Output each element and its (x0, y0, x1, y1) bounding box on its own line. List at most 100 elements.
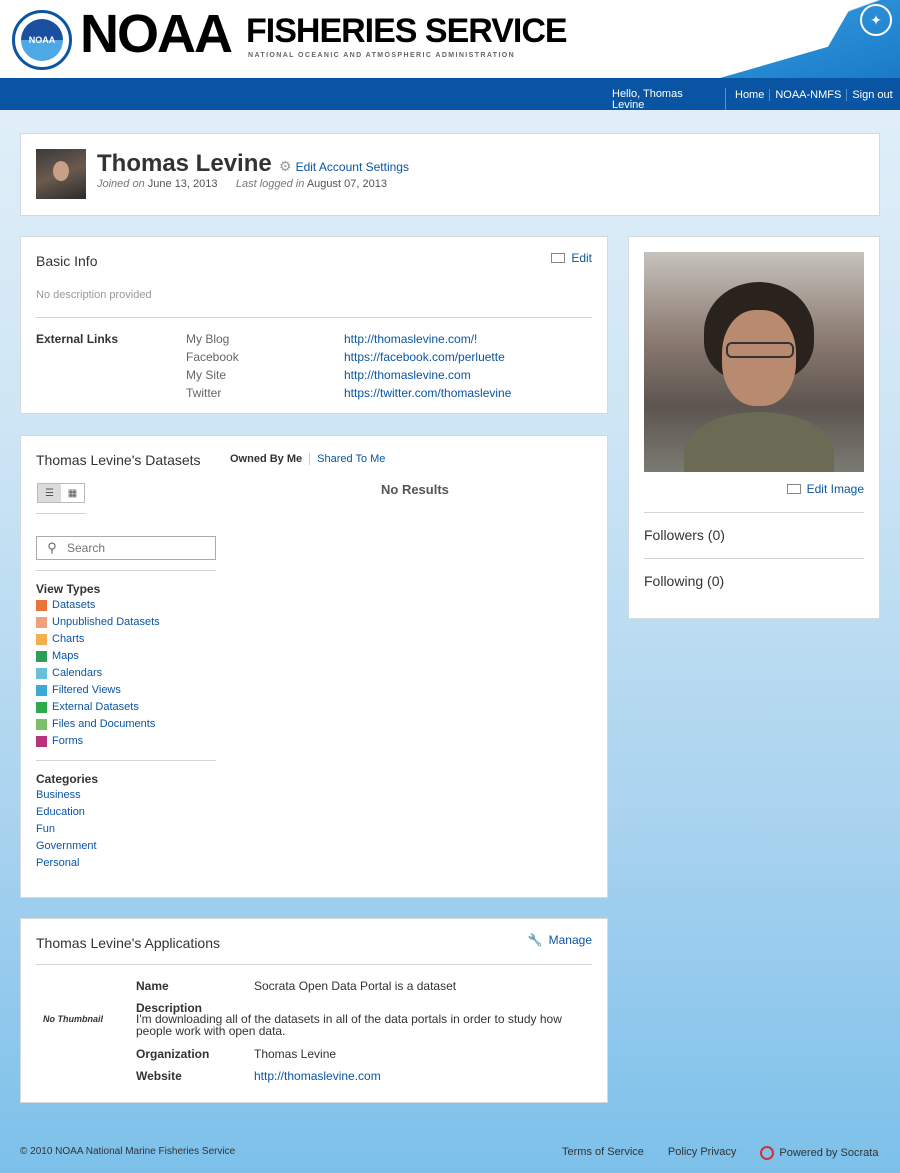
terms-of-service-link[interactable]: Terms of Service (562, 1146, 644, 1160)
nav-sign-out-link[interactable]: Sign out (846, 89, 897, 101)
divider (644, 558, 864, 559)
edit-card-icon (551, 253, 566, 263)
view-type-datasets[interactable]: Datasets (36, 599, 95, 611)
view-type-label: Unpublished Datasets (52, 616, 160, 628)
view-type-calendars[interactable]: Calendars (36, 667, 102, 679)
basic-info-edit-button[interactable]: Edit (551, 251, 592, 265)
profile-header: Thomas Levine ⚙ Edit Account Settings Jo… (20, 133, 880, 216)
avatar (36, 149, 86, 199)
brand-fisheries-service: FISHERIES SERVICE (246, 12, 568, 50)
tab-shared-to-me[interactable]: Shared To Me (309, 453, 392, 465)
app-description-value: I'm downloading all of the datasets in a… (136, 1012, 562, 1038)
category-education[interactable]: Education (36, 806, 85, 818)
external-link-url[interactable]: http://thomaslevine.com (344, 368, 471, 382)
nav-noaa-nmfs-link[interactable]: NOAA-NMFS (769, 89, 846, 101)
tab-owned-by-me[interactable]: Owned By Me (230, 453, 309, 465)
following-count[interactable]: Following (0) (644, 573, 724, 589)
joined-label: Joined on (97, 178, 145, 190)
divider (644, 512, 864, 513)
profile-photo (644, 252, 864, 472)
view-type-charts[interactable]: Charts (36, 633, 84, 645)
profile-sidebar: Edit Image Followers (0) Following (0) (628, 236, 880, 619)
description-text: No description provided (36, 289, 152, 301)
powered-by-socrata-link[interactable]: Powered by Socrata (760, 1146, 878, 1160)
divider (36, 513, 86, 514)
datasets-panel: Thomas Levine's Datasets Owned By Me Sha… (20, 435, 608, 898)
view-type-label: Charts (52, 633, 85, 645)
category-business[interactable]: Business (36, 789, 81, 801)
noaa-logo-text: NOAA (21, 19, 63, 61)
app-name-value: Socrata Open Data Portal is a dataset (254, 979, 457, 993)
app-organization-label: Organization (136, 1047, 210, 1061)
external-link-row: My Site http://thomaslevine.com (186, 368, 471, 382)
divider (36, 570, 216, 571)
edit-image-button[interactable]: Edit Image (786, 482, 864, 496)
view-type-maps[interactable]: Maps (36, 650, 79, 662)
view-type-label: Forms (52, 735, 84, 747)
category-fun[interactable]: Fun (36, 823, 55, 835)
basic-info-panel: Basic Info Edit No description provided … (20, 236, 608, 414)
footer-copyright: © 2010 NOAA National Marine Fisheries Se… (20, 1146, 236, 1157)
detail-view-icon[interactable]: ▦ (61, 484, 84, 502)
search-input[interactable] (67, 541, 207, 555)
top-navbar: Hello, Thomas Levine Home NOAA-NMFS Sign… (0, 78, 900, 111)
view-type-filtered-views[interactable]: Filtered Views (36, 684, 121, 696)
view-type-label: Calendars (52, 667, 103, 679)
noaa-logo[interactable]: NOAA (12, 10, 72, 70)
dataset-search: ⚲ (36, 536, 216, 560)
edit-account-settings-link[interactable]: ⚙ Edit Account Settings (279, 158, 409, 175)
view-type-label: Filtered Views (52, 684, 121, 696)
external-link-url[interactable]: https://facebook.com/perluette (344, 350, 505, 364)
view-type-files[interactable]: Files and Documents (36, 718, 155, 730)
divider (36, 317, 592, 318)
external-link-url[interactable]: https://twitter.com/thomaslevine (344, 386, 511, 400)
applications-panel: Thomas Levine's Applications 🔧 Manage No… (20, 918, 608, 1103)
powered-label: Powered by Socrata (779, 1147, 879, 1159)
view-type-unpublished[interactable]: Unpublished Datasets (36, 616, 160, 628)
nav-home-link[interactable]: Home (730, 89, 769, 101)
draft-icon (36, 616, 47, 628)
filter-icon (36, 684, 47, 696)
user-greeting: Hello, Thomas Levine (612, 88, 683, 111)
site-header: NOAA NOAA FISHERIES SERVICE NATIONAL OCE… (0, 0, 900, 78)
external-links-label: External Links (36, 332, 119, 346)
app-website-link[interactable]: http://thomaslevine.com (254, 1069, 381, 1083)
edit-image-label: Edit Image (806, 482, 864, 496)
privacy-policy-link[interactable]: Policy Privacy (668, 1146, 736, 1160)
divider (36, 760, 216, 761)
joined-date: June 13, 2013 (147, 178, 218, 190)
app-organization-value: Thomas Levine (254, 1047, 337, 1061)
list-view-icon[interactable]: ☰ (38, 484, 61, 502)
photo-shape (722, 310, 796, 406)
divider (36, 964, 592, 965)
nav-divider (725, 88, 726, 110)
edit-account-label: Edit Account Settings (295, 159, 409, 174)
search-icon: ⚲ (47, 540, 57, 555)
external-link-url[interactable]: http://thomaslevine.com/! (344, 332, 477, 346)
view-type-label: External Datasets (52, 701, 139, 713)
socrata-logo-icon (760, 1146, 775, 1160)
datasets-title: Thomas Levine's Datasets (36, 452, 201, 468)
basic-info-edit-label: Edit (571, 251, 592, 265)
view-type-label: Maps (52, 650, 79, 662)
brand-noaa: NOAA (80, 4, 233, 64)
external-link-row: Twitter https://twitter.com/thomaslevine (186, 386, 511, 400)
view-type-forms[interactable]: Forms (36, 735, 83, 747)
manage-button[interactable]: 🔧 Manage (528, 933, 592, 947)
brand-subtitle: NATIONAL OCEANIC AND ATMOSPHERIC ADMINIS… (248, 52, 516, 59)
external-link-row: Facebook https://facebook.com/perluette (186, 350, 505, 364)
map-icon (36, 650, 47, 662)
external-link-name: My Blog (186, 332, 230, 346)
chart-icon (36, 633, 47, 645)
joined-info: Joined on June 13, 2013 Last logged in A… (97, 178, 387, 190)
category-government[interactable]: Government (36, 840, 97, 852)
followers-count[interactable]: Followers (0) (644, 527, 725, 543)
app-website-label: Website (136, 1069, 182, 1083)
grid-icon (36, 599, 47, 611)
external-icon (36, 701, 47, 713)
category-personal[interactable]: Personal (36, 857, 79, 869)
view-type-external-datasets[interactable]: External Datasets (36, 701, 139, 713)
external-link-row: My Blog http://thomaslevine.com/! (186, 332, 477, 346)
external-link-name: My Site (186, 368, 227, 382)
nav-links: Home NOAA-NMFS Sign out (730, 89, 898, 101)
